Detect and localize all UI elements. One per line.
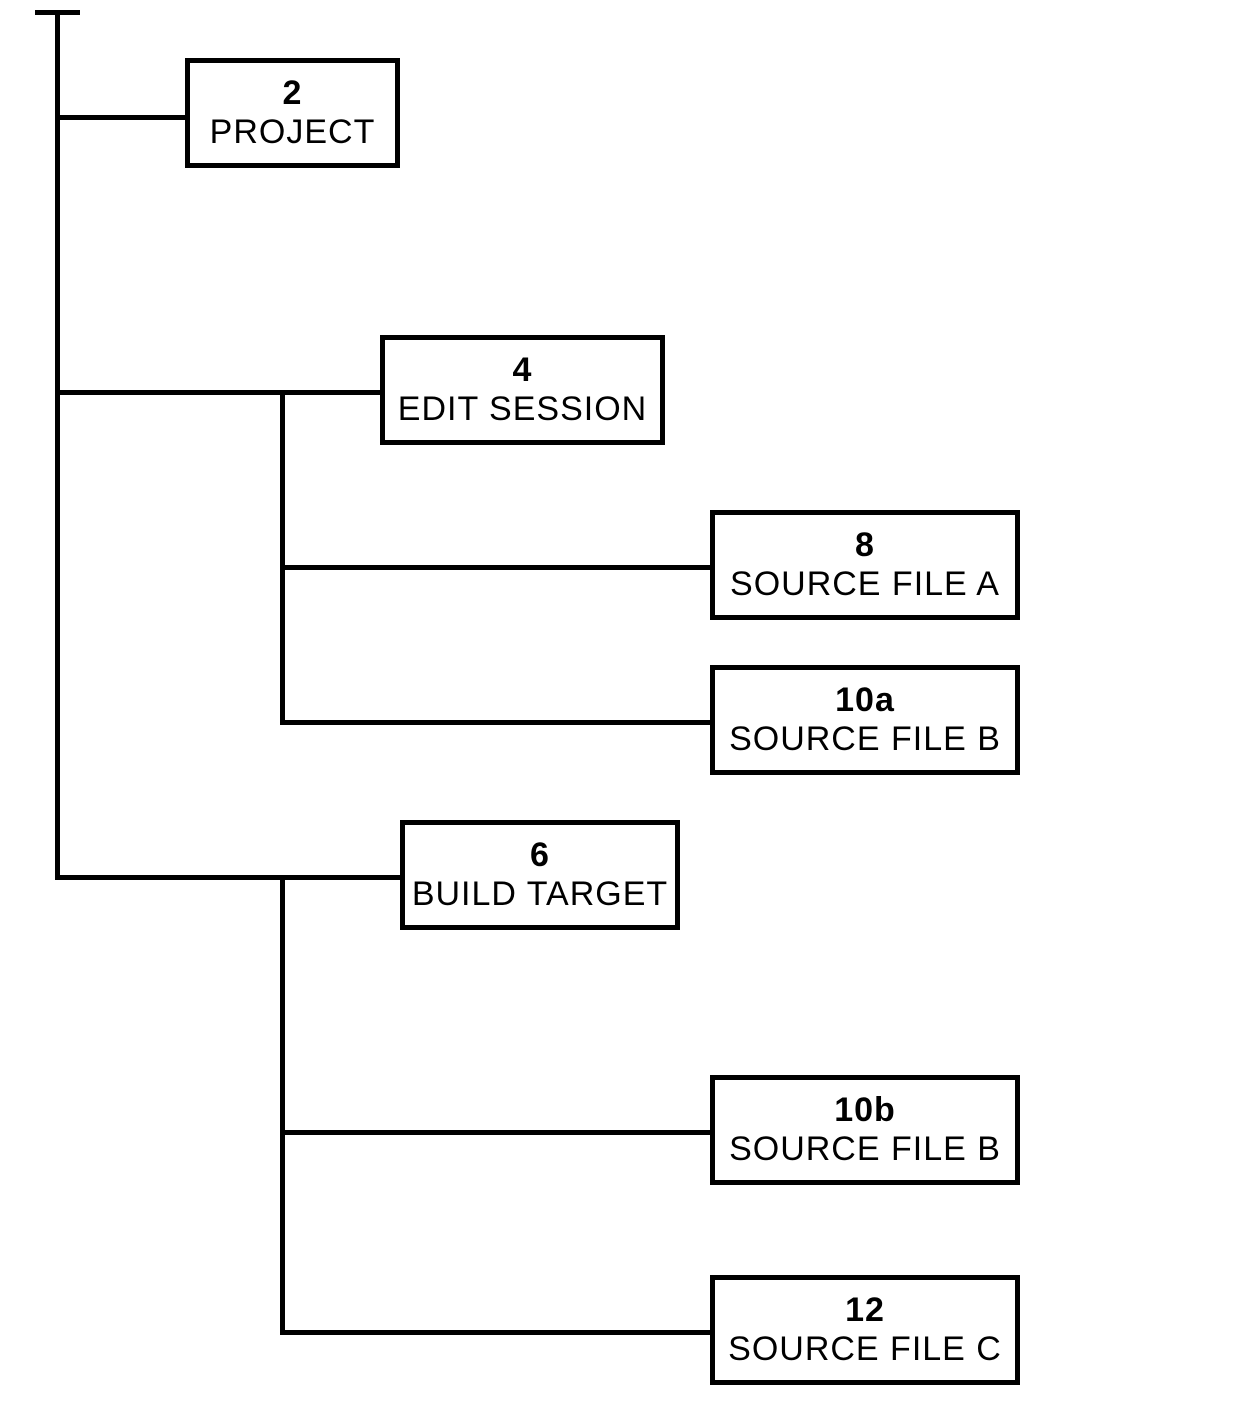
node-edit-session-label: EDIT SESSION xyxy=(398,391,647,428)
node-source-file-b-10b: 10b SOURCE FILE B xyxy=(710,1075,1020,1185)
node-build-target: 6 BUILD TARGET xyxy=(400,820,680,930)
node-project-label: PROJECT xyxy=(210,114,376,151)
connector-project xyxy=(55,115,185,120)
node-source-file-c: 12 SOURCE FILE C xyxy=(710,1275,1020,1385)
node-build-target-label: BUILD TARGET xyxy=(412,876,668,913)
connector-source-file-a xyxy=(280,565,710,570)
connector-source-file-b2 xyxy=(280,1130,710,1135)
node-build-target-number: 6 xyxy=(530,837,550,874)
node-edit-session-number: 4 xyxy=(513,352,533,389)
trunk-line xyxy=(55,10,60,880)
connector-source-file-c xyxy=(280,1330,710,1335)
connector-build-target xyxy=(55,875,400,880)
node-source-file-b-10a-label: SOURCE FILE B xyxy=(729,721,1001,758)
node-source-file-c-number: 12 xyxy=(845,1292,885,1329)
node-source-file-a-number: 8 xyxy=(855,527,875,564)
node-source-file-b-10b-label: SOURCE FILE B xyxy=(729,1131,1001,1168)
node-source-file-b-10a: 10a SOURCE FILE B xyxy=(710,665,1020,775)
node-source-file-a: 8 SOURCE FILE A xyxy=(710,510,1020,620)
node-source-file-c-label: SOURCE FILE C xyxy=(728,1331,1002,1368)
node-source-file-b-10b-number: 10b xyxy=(834,1092,896,1129)
node-source-file-b-10a-number: 10a xyxy=(835,682,895,719)
node-project-number: 2 xyxy=(283,75,303,112)
build-target-branch-line xyxy=(280,875,285,1335)
node-edit-session: 4 EDIT SESSION xyxy=(380,335,665,445)
connector-edit-session xyxy=(55,390,380,395)
edit-session-branch-line xyxy=(280,390,285,725)
root-cap-line xyxy=(35,10,80,15)
node-source-file-a-label: SOURCE FILE A xyxy=(730,566,1000,603)
node-project: 2 PROJECT xyxy=(185,58,400,168)
tree-diagram: 2 PROJECT 4 EDIT SESSION 8 SOURCE FILE A… xyxy=(0,0,1240,1404)
connector-source-file-b1 xyxy=(280,720,710,725)
